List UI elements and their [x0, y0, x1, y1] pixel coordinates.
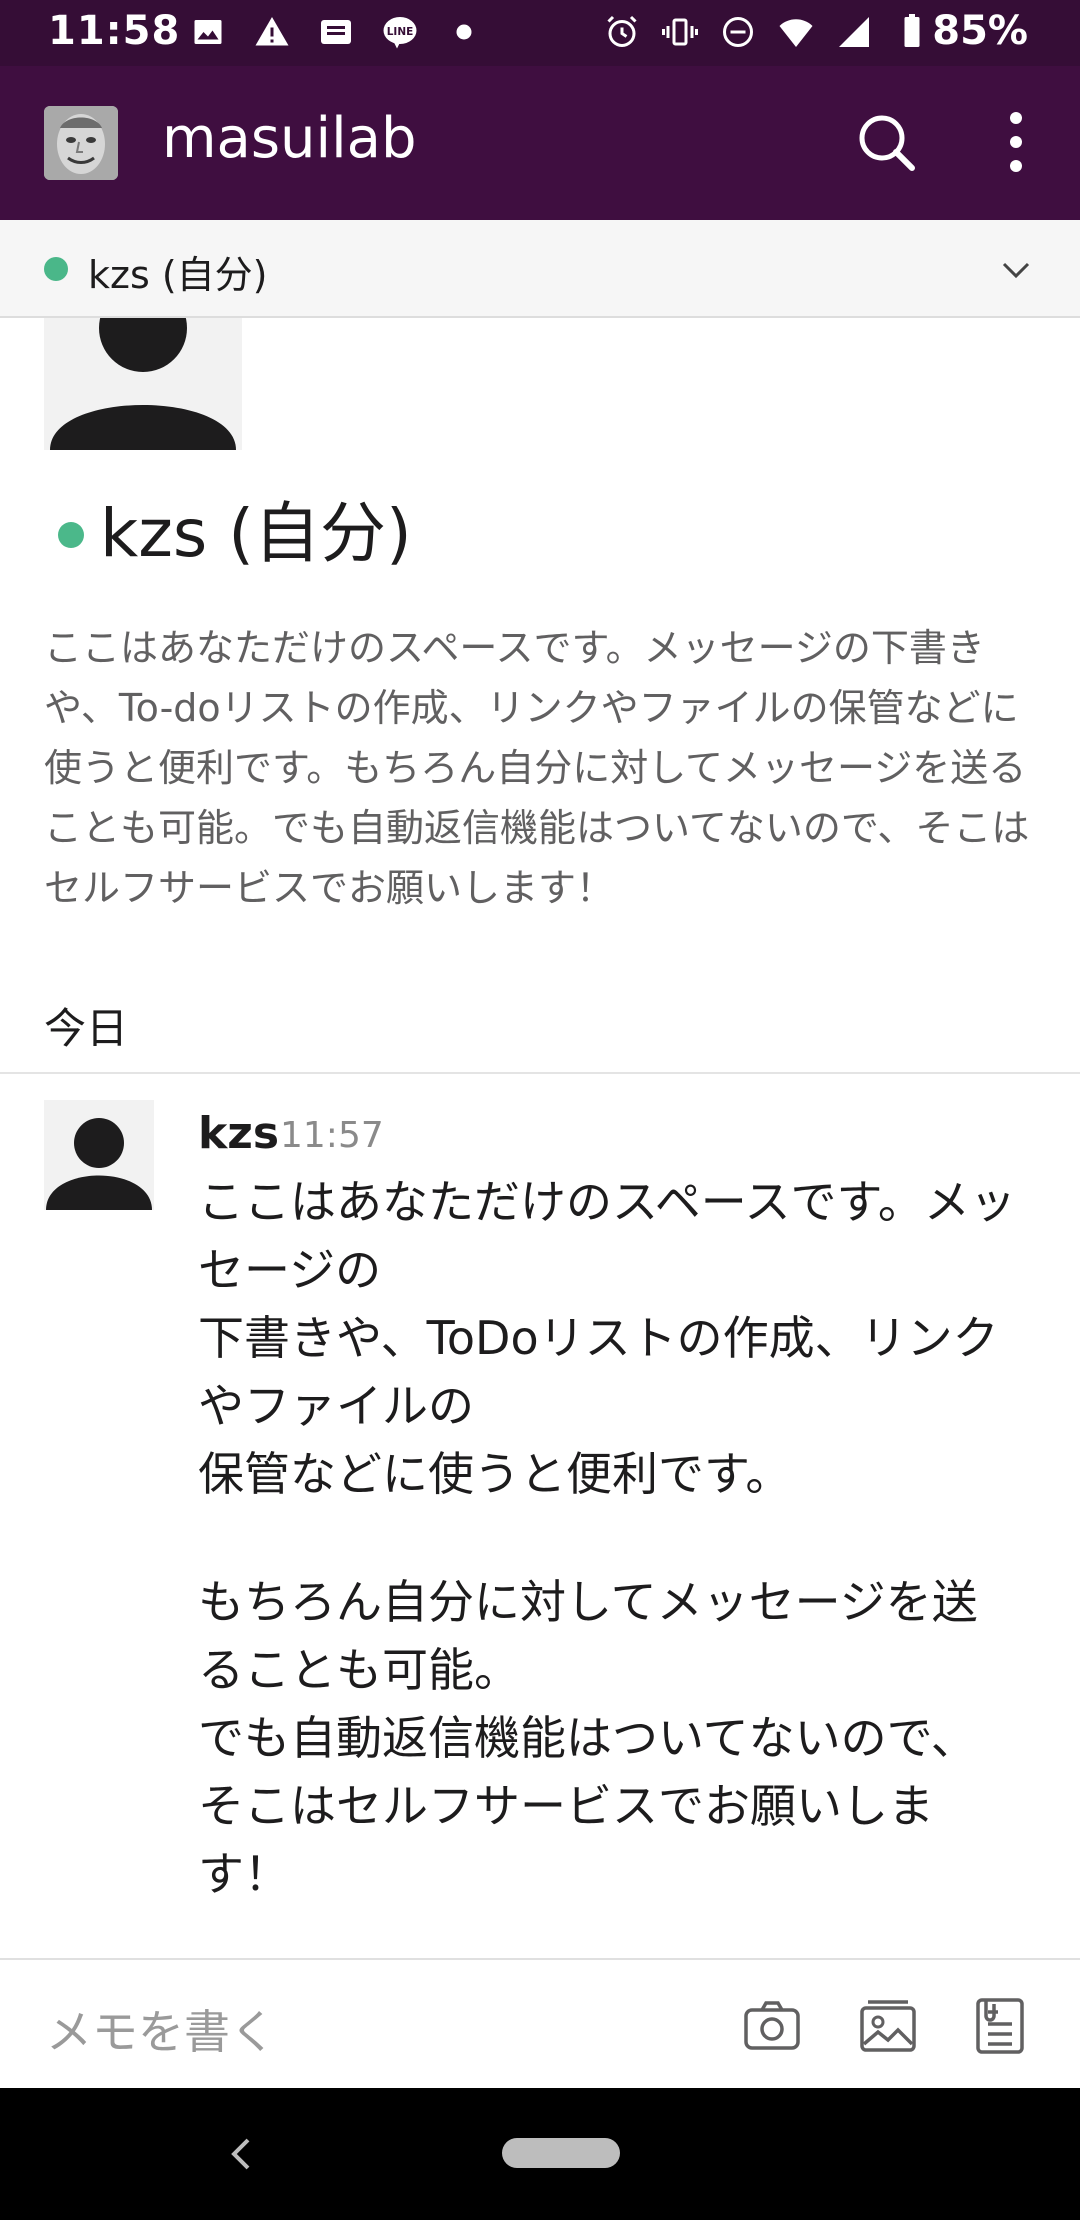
message-line: す！ — [198, 1847, 290, 1901]
intro-description: ここはあなただけのスペースです。メッセージの下書きや、To-doリストの作成、リ… — [44, 626, 1030, 910]
presence-indicator — [44, 257, 68, 281]
workspace-avatar[interactable] — [44, 106, 118, 180]
message-line: セージの — [198, 1243, 382, 1297]
message-body[interactable]: ここはあなただけのスペースです。メッ セージの 下書きや、ToDoリストの作成、… — [198, 1168, 1048, 1908]
memo-input[interactable]: メモを書く — [46, 1996, 276, 2062]
message-line: そこはセルフサービスでお願いしま — [198, 1779, 934, 1833]
message-line: 保管などに使うと便利です。 — [198, 1447, 792, 1501]
home-pill[interactable] — [502, 2138, 620, 2168]
warning-icon — [255, 17, 289, 46]
file-icon[interactable] — [968, 1994, 1032, 2058]
wifi-icon — [779, 19, 813, 47]
message-composer: メモを書く — [0, 1958, 1080, 2088]
line-app-icon: LINE — [383, 17, 417, 49]
signal-icon — [839, 17, 869, 47]
gallery-icon[interactable] — [856, 1994, 920, 2058]
message-line: ることも可能。 — [198, 1643, 520, 1697]
message-timestamp: 11:57 — [280, 1115, 384, 1156]
navigation-bar — [0, 2088, 1080, 2220]
vibrate-icon — [662, 18, 698, 46]
message-line: ここはあなただけのスペースです。メッ — [198, 1175, 1016, 1229]
alarm-icon — [607, 15, 637, 47]
message-author[interactable]: kzs — [198, 1108, 279, 1159]
search-icon[interactable] — [850, 106, 922, 178]
day-divider — [0, 1072, 1080, 1074]
app-bar: masuilab — [0, 66, 1080, 220]
notification-icons: LINE — [190, 14, 482, 50]
battery-percent: 85% — [932, 8, 1028, 54]
workspace-title[interactable]: masuilab — [162, 106, 417, 171]
image-icon — [194, 20, 222, 44]
channel-name: kzs (自分) — [88, 253, 268, 297]
message-line: でも自動返信機能はついてないので、 — [198, 1711, 977, 1765]
message-icon — [321, 20, 351, 44]
message-line: やファイルの — [198, 1379, 474, 1433]
status-bar: 11:58 LINE 85% — [0, 0, 1080, 66]
user-silhouette-icon — [46, 1118, 152, 1210]
profile-avatar — [44, 318, 242, 450]
status-time: 11:58 — [48, 8, 181, 54]
chevron-down-icon[interactable] — [996, 250, 1036, 290]
day-divider-label: 今日 — [44, 1004, 129, 1053]
message-line: 下書きや、ToDoリストの作成、リンク — [198, 1311, 999, 1365]
face-icon — [44, 106, 118, 180]
dnd-icon — [723, 17, 753, 47]
more-options-icon[interactable] — [980, 106, 1052, 178]
back-icon[interactable] — [222, 2132, 262, 2176]
message-line: もちろん自分に対してメッセージを送 — [198, 1575, 978, 1629]
profile-name: kzs (自分) — [100, 495, 412, 572]
dot-icon — [456, 24, 472, 40]
battery-icon — [904, 14, 920, 47]
system-icons — [604, 14, 930, 50]
presence-indicator — [58, 522, 84, 548]
message-avatar[interactable] — [44, 1100, 154, 1210]
svg-text:LINE: LINE — [387, 26, 414, 38]
camera-icon[interactable] — [740, 1994, 804, 2058]
user-silhouette-icon — [50, 318, 236, 450]
channel-header[interactable]: kzs (自分) — [0, 220, 1080, 318]
